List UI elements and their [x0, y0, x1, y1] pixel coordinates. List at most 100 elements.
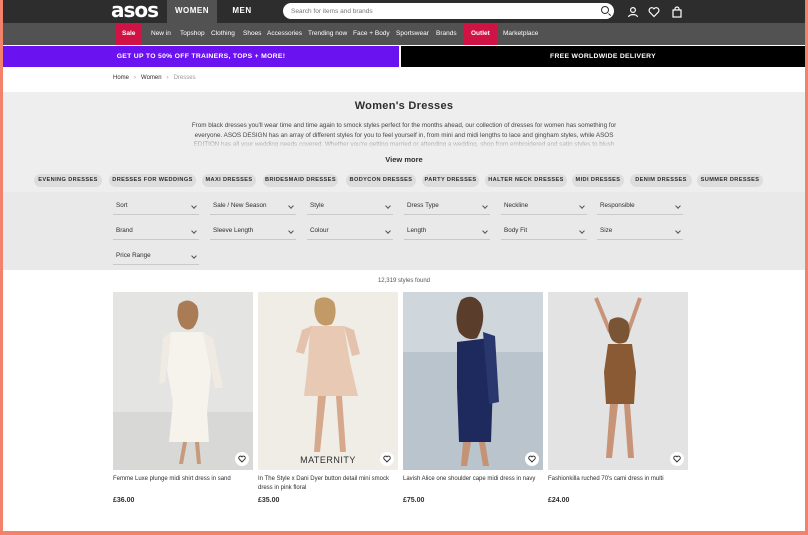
tab-men[interactable]: MEN: [217, 0, 267, 23]
nav-item-topshop[interactable]: Topshop: [180, 23, 205, 45]
filter-label: Length: [407, 227, 427, 234]
heart-icon[interactable]: [648, 5, 660, 18]
filter-length[interactable]: Length: [404, 222, 490, 240]
filter-label: Sleeve Length: [213, 227, 254, 234]
filter-price-range[interactable]: Price Range: [113, 247, 199, 265]
nav-item-brands[interactable]: Brands: [436, 23, 457, 45]
results-count: 12,319 styles found: [377, 278, 431, 284]
chevron-down-icon: [288, 203, 294, 209]
heart-icon: [673, 455, 681, 463]
heart-icon: [238, 455, 246, 463]
filter-brand[interactable]: Brand: [113, 222, 199, 240]
filter-label: Dress Type: [407, 202, 439, 209]
product-image[interactable]: [113, 292, 253, 470]
promo-banner-sale[interactable]: GET UP TO 50% OFF TRAINERS, TOPS + MORE!: [3, 46, 399, 67]
save-for-later-button[interactable]: [525, 452, 539, 466]
filter-label: Neckline: [504, 202, 529, 209]
product-image[interactable]: [403, 292, 543, 470]
filter-style[interactable]: Style: [307, 197, 393, 215]
breadcrumb-separator: ›: [166, 75, 169, 81]
account-icon[interactable]: [627, 5, 639, 18]
page-frame: asos WOMEN MEN Sale New in Topshop Cloth…: [3, 0, 805, 531]
category-pill-bodycon[interactable]: BODYCON DRESSES: [346, 174, 416, 187]
category-pill-evening[interactable]: EVENING DRESSES: [34, 174, 102, 187]
chevron-down-icon: [191, 253, 197, 259]
category-pill-party[interactable]: PARTY DRESSES: [422, 174, 479, 187]
category-pill-weddings[interactable]: DRESSES FOR WEDDINGS: [109, 174, 196, 187]
chevron-down-icon: [385, 228, 391, 234]
nav-item-shoes[interactable]: Shoes: [243, 23, 261, 45]
bag-icon[interactable]: [671, 5, 683, 18]
heart-icon: [528, 455, 536, 463]
product-name[interactable]: Femme Luxe plunge midi shirt dress in sa…: [113, 475, 249, 484]
nav-item-outlet[interactable]: Outlet: [464, 23, 497, 45]
filter-sale-new-season[interactable]: Sale / New Season: [210, 197, 296, 215]
page-title: Women's Dresses: [354, 100, 454, 112]
search-bar[interactable]: [283, 3, 614, 19]
filter-label: Size: [600, 227, 613, 234]
promo-banner-delivery[interactable]: FREE WORLDWIDE DELIVERY: [401, 46, 805, 67]
filter-responsible[interactable]: Responsible: [597, 197, 683, 215]
category-pill-midi[interactable]: MIDI DRESSES: [572, 174, 624, 187]
filter-label: Style: [310, 202, 324, 209]
nav-item-sportswear[interactable]: Sportswear: [396, 23, 429, 45]
view-more-button[interactable]: View more: [3, 155, 805, 164]
nav-item-trending-now[interactable]: Trending now: [308, 23, 347, 45]
product-name[interactable]: Fashionkilla ruched 70's cami dress in m…: [548, 475, 684, 484]
product-price: £75.00: [403, 497, 425, 504]
filter-label: Responsible: [600, 202, 635, 209]
search-input[interactable]: [291, 5, 591, 17]
filter-body-fit[interactable]: Body Fit: [501, 222, 587, 240]
breadcrumb-home[interactable]: Home: [113, 75, 129, 81]
chevron-down-icon: [482, 228, 488, 234]
filter-label: Price Range: [116, 252, 151, 259]
product-price: £36.00: [113, 497, 135, 504]
filter-label: Colour: [310, 227, 329, 234]
chevron-down-icon: [675, 228, 681, 234]
filter-panel: Sort Sale / New Season Style Dress Type …: [3, 192, 805, 270]
chevron-down-icon: [675, 203, 681, 209]
filter-label: Sort: [116, 202, 128, 209]
filter-sleeve-length[interactable]: Sleeve Length: [210, 222, 296, 240]
chevron-down-icon: [191, 228, 197, 234]
category-nav: Sale New in Topshop Clothing Shoes Acces…: [3, 23, 805, 45]
nav-item-clothing[interactable]: Clothing: [211, 23, 235, 45]
product-name[interactable]: Lavish Alice one shoulder cape midi dres…: [403, 475, 539, 484]
category-pill-halter-neck[interactable]: HALTER NECK DRESSES: [485, 174, 567, 187]
search-icon[interactable]: [601, 6, 609, 14]
filter-label: Body Fit: [504, 227, 528, 234]
nav-item-new-in[interactable]: New in: [151, 23, 171, 45]
chevron-down-icon: [579, 228, 585, 234]
filter-sort[interactable]: Sort: [113, 197, 199, 215]
filter-neckline[interactable]: Neckline: [501, 197, 587, 215]
breadcrumb: Home › Women › Dresses: [113, 75, 196, 81]
chevron-down-icon: [579, 203, 585, 209]
save-for-later-button[interactable]: [235, 452, 249, 466]
save-for-later-button[interactable]: [670, 452, 684, 466]
category-pill-maxi[interactable]: MAXI DRESSES: [202, 174, 256, 187]
category-pill-denim[interactable]: DENIM DRESSES: [630, 174, 692, 187]
heart-icon: [383, 455, 391, 463]
filter-size[interactable]: Size: [597, 222, 683, 240]
nav-item-face-body[interactable]: Face + Body: [353, 23, 390, 45]
product-name[interactable]: In The Style x Dani Dyer button detail m…: [258, 475, 394, 492]
maternity-badge: MATERNITY: [300, 455, 356, 465]
product-image[interactable]: [548, 292, 688, 470]
asos-logo[interactable]: asos: [111, 0, 159, 20]
breadcrumb-women[interactable]: Women: [141, 75, 162, 81]
product-price: £24.00: [548, 497, 570, 504]
category-pill-bridesmaid[interactable]: BRIDESMAID DRESSES: [263, 174, 338, 187]
chevron-down-icon: [288, 228, 294, 234]
product-price: £35.00: [258, 497, 280, 504]
nav-item-accessories[interactable]: Accessories: [267, 23, 302, 45]
description-fade: [173, 136, 633, 148]
breadcrumb-current: Dresses: [173, 75, 196, 81]
filter-colour[interactable]: Colour: [307, 222, 393, 240]
nav-item-sale[interactable]: Sale: [116, 23, 142, 45]
save-for-later-button[interactable]: [380, 452, 394, 466]
category-pill-summer[interactable]: SUMMER DRESSES: [697, 174, 763, 187]
nav-item-marketplace[interactable]: Marketplace: [503, 23, 538, 45]
product-image[interactable]: [258, 292, 398, 470]
filter-dress-type[interactable]: Dress Type: [404, 197, 490, 215]
tab-women[interactable]: WOMEN: [167, 0, 217, 23]
